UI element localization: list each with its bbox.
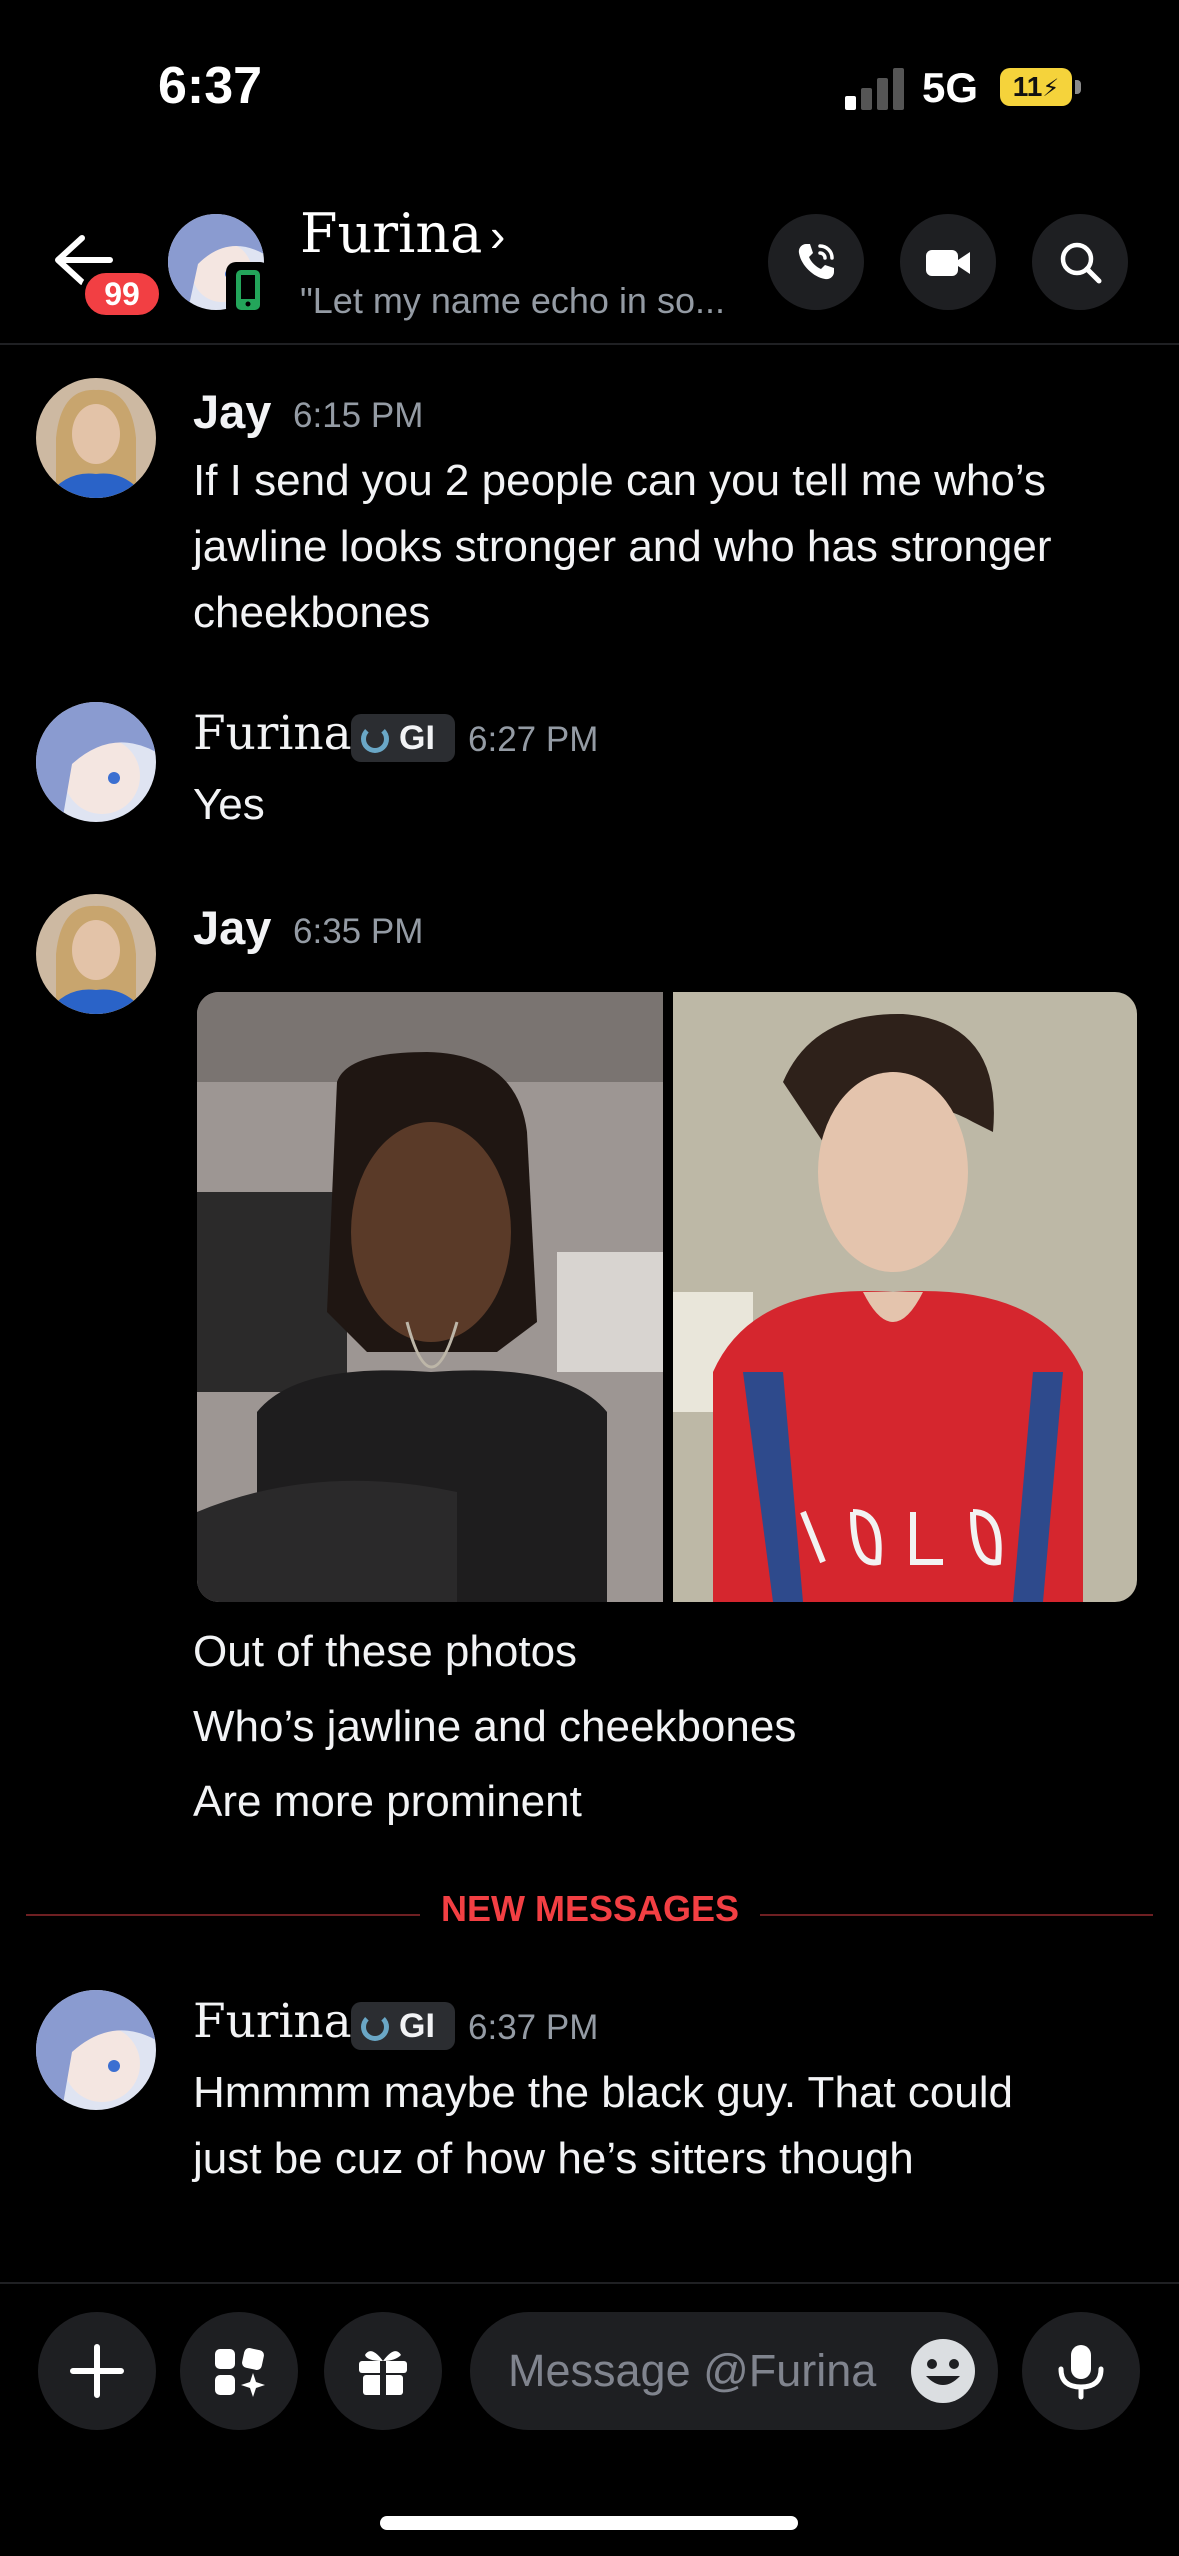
message-author[interactable]: Furina xyxy=(193,706,352,761)
home-indicator[interactable] xyxy=(380,2516,798,2530)
message-line: If I send you 2 people can you tell me w… xyxy=(193,456,1046,505)
message-line: just be cuz of how he’s sitters though xyxy=(193,2134,914,2183)
message-line: Hmmmm maybe the black guy. That could xyxy=(193,2068,1014,2117)
battery-level: 11 xyxy=(1012,71,1043,102)
avatar[interactable] xyxy=(36,378,156,498)
unread-badge: 99 xyxy=(80,268,164,320)
message-timestamp: 6:37 PM xyxy=(468,2008,599,2047)
message-timestamp: 6:15 PM xyxy=(293,396,424,435)
apps-icon xyxy=(215,2348,265,2397)
message-timestamp: 6:27 PM xyxy=(468,720,599,759)
battery-nub xyxy=(1075,80,1081,94)
message-content: If I send you 2 people can you tell me w… xyxy=(193,448,1051,646)
phone-icon xyxy=(798,244,834,280)
server-tag-icon xyxy=(361,2013,389,2041)
server-tag-label: GI xyxy=(399,2007,435,2045)
gift-icon xyxy=(359,2351,407,2395)
microphone-icon xyxy=(1058,2345,1104,2400)
message-content: Out of these photos Who’s jawline and ch… xyxy=(193,1614,796,1839)
emoji-icon[interactable] xyxy=(908,2336,978,2406)
message-line: Who’s jawline and cheekbones xyxy=(193,1702,797,1751)
server-tag: GI xyxy=(351,714,455,762)
video-call-button[interactable] xyxy=(900,214,996,310)
call-button[interactable] xyxy=(768,214,864,310)
plus-icon xyxy=(70,2344,124,2398)
server-tag: GI xyxy=(351,2002,455,2050)
attachment-image[interactable] xyxy=(673,992,1137,1602)
voice-message-button[interactable] xyxy=(1022,2312,1140,2430)
status-bar: 6:37 5G 11⚡ xyxy=(0,0,1179,170)
message-line: Are more prominent xyxy=(193,1777,582,1826)
attachment-image[interactable] xyxy=(197,992,663,1602)
chevron-right-icon[interactable]: › xyxy=(490,208,505,262)
search-button[interactable] xyxy=(1032,214,1128,310)
mobile-status-icon xyxy=(226,262,270,318)
message-line: Yes xyxy=(193,780,265,829)
status-time: 6:37 xyxy=(158,57,263,115)
message-timestamp: 6:35 PM xyxy=(293,912,424,951)
video-icon xyxy=(926,250,970,276)
search-icon xyxy=(1060,242,1102,284)
page-title[interactable]: Furina xyxy=(300,202,482,265)
avatar[interactable] xyxy=(36,1990,156,2110)
message-content: Yes xyxy=(193,772,265,838)
apps-button[interactable] xyxy=(180,2312,298,2430)
battery-icon: 11⚡ xyxy=(1000,68,1072,106)
message-line: Out of these photos xyxy=(193,1627,578,1676)
server-tag-label: GI xyxy=(399,719,435,757)
avatar[interactable] xyxy=(36,894,156,1014)
message-author[interactable]: Furina xyxy=(193,1994,352,2049)
new-messages-label: NEW MESSAGES xyxy=(420,1888,760,1930)
message-author[interactable]: Jay xyxy=(193,384,271,439)
gift-button[interactable] xyxy=(324,2312,442,2430)
add-attachment-button[interactable] xyxy=(38,2312,156,2430)
network-label: 5G xyxy=(922,64,979,111)
message-author[interactable]: Jay xyxy=(193,900,271,955)
server-tag-icon xyxy=(361,725,389,753)
message-line: jawline looks stronger and who has stron… xyxy=(193,522,1052,571)
avatar[interactable] xyxy=(36,702,156,822)
message-line: cheekbones xyxy=(193,588,431,637)
signal-icon xyxy=(845,66,905,110)
message-content: Hmmmm maybe the black guy. That could ju… xyxy=(193,2060,1013,2192)
custom-status: "Let my name echo in so... xyxy=(300,280,725,321)
chat-header: 99 Furina › "Let my name echo in so... xyxy=(0,190,1179,345)
